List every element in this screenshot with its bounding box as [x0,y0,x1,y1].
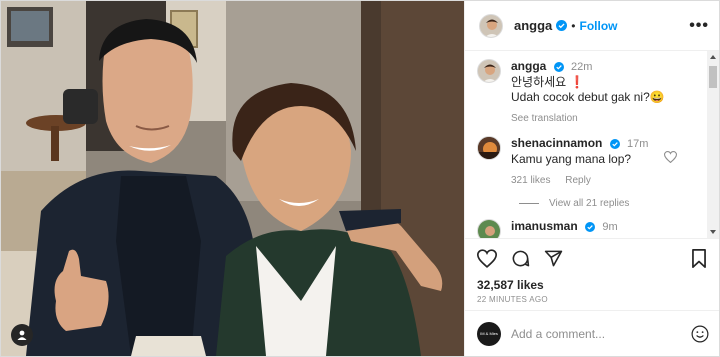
post-panel: angga • Follow ••• angga 22m 안녕하세요 ❗ Uda… [464,1,719,356]
commenter-avatar[interactable] [477,136,501,160]
avatar-image [478,137,500,159]
comment-item: imanusman 9m [477,219,703,238]
verified-badge-icon [609,138,620,149]
scroll-up-arrow-icon[interactable] [710,55,716,59]
action-bar [465,238,719,278]
commenter-avatar[interactable] [477,219,501,238]
avatar-image [478,220,500,238]
share-paper-plane-icon[interactable] [544,249,563,268]
comments-section[interactable]: angga 22m 안녕하세요 ❗ Udah cocok debut gak n… [465,51,719,238]
comment-time: 17m [627,138,649,150]
replies-divider-line [519,203,539,204]
viewer-avatar: IM & Mies [477,321,501,346]
post-header: angga • Follow ••• [465,1,719,51]
caption-line-1: 안녕하세요 ❗ [511,75,585,89]
photo-illustration [1,1,464,356]
comments-scrollbar[interactable] [707,51,719,238]
instagram-post: angga • Follow ••• angga 22m 안녕하세요 ❗ Uda… [0,0,720,357]
scrollbar-thumb[interactable] [709,66,717,88]
comment-item: shenacinnamon 17m Kamu yang mana lop? 32… [477,136,703,188]
save-bookmark-icon[interactable] [691,249,707,268]
caption: angga 22m 안녕하세요 ❗ Udah cocok debut gak n… [477,59,703,126]
avatar-image [480,14,502,37]
add-comment-input[interactable] [511,326,661,341]
like-heart-icon[interactable] [477,249,497,268]
more-options-button[interactable]: ••• [689,17,709,35]
comment-username[interactable]: shenacinnamon [511,136,602,150]
see-translation-link[interactable]: See translation [511,113,578,124]
reply-button[interactable]: Reply [565,175,591,186]
verified-badge-icon [553,61,564,72]
follow-button[interactable]: Follow [580,19,618,33]
caption-line-2: Udah cocok debut gak ni?😀 [511,90,665,104]
comment-time: 9m [602,221,618,233]
comment-bubble-icon[interactable] [511,249,530,268]
separator-dot: • [571,18,576,33]
comment-like-heart-icon[interactable] [663,150,678,168]
author-avatar[interactable] [479,13,503,38]
user-icon [17,330,27,340]
verified-badge-icon [556,20,568,31]
add-comment-bar: IM & Mies [465,310,719,356]
emoji-icon[interactable] [691,325,709,343]
avatar-image [478,60,500,82]
caption-username[interactable]: angga [511,59,546,73]
caption-time: 22m [571,61,593,73]
post-timestamp[interactable]: 22 MINUTES AGO [465,292,719,304]
comment-username[interactable]: imanusman [511,219,578,233]
tagged-users-button[interactable] [11,324,33,346]
likes-count[interactable]: 32,587 likes [465,278,719,292]
author-username[interactable]: angga [514,18,552,33]
caption-avatar[interactable] [477,59,501,83]
comment-likes[interactable]: 321 likes [511,175,550,186]
view-replies-label: View all 21 replies [549,198,630,209]
verified-badge-icon [585,221,596,232]
view-replies-button[interactable]: View all 21 replies [519,198,703,209]
post-photo[interactable] [1,1,464,356]
scroll-down-arrow-icon[interactable] [710,230,716,234]
